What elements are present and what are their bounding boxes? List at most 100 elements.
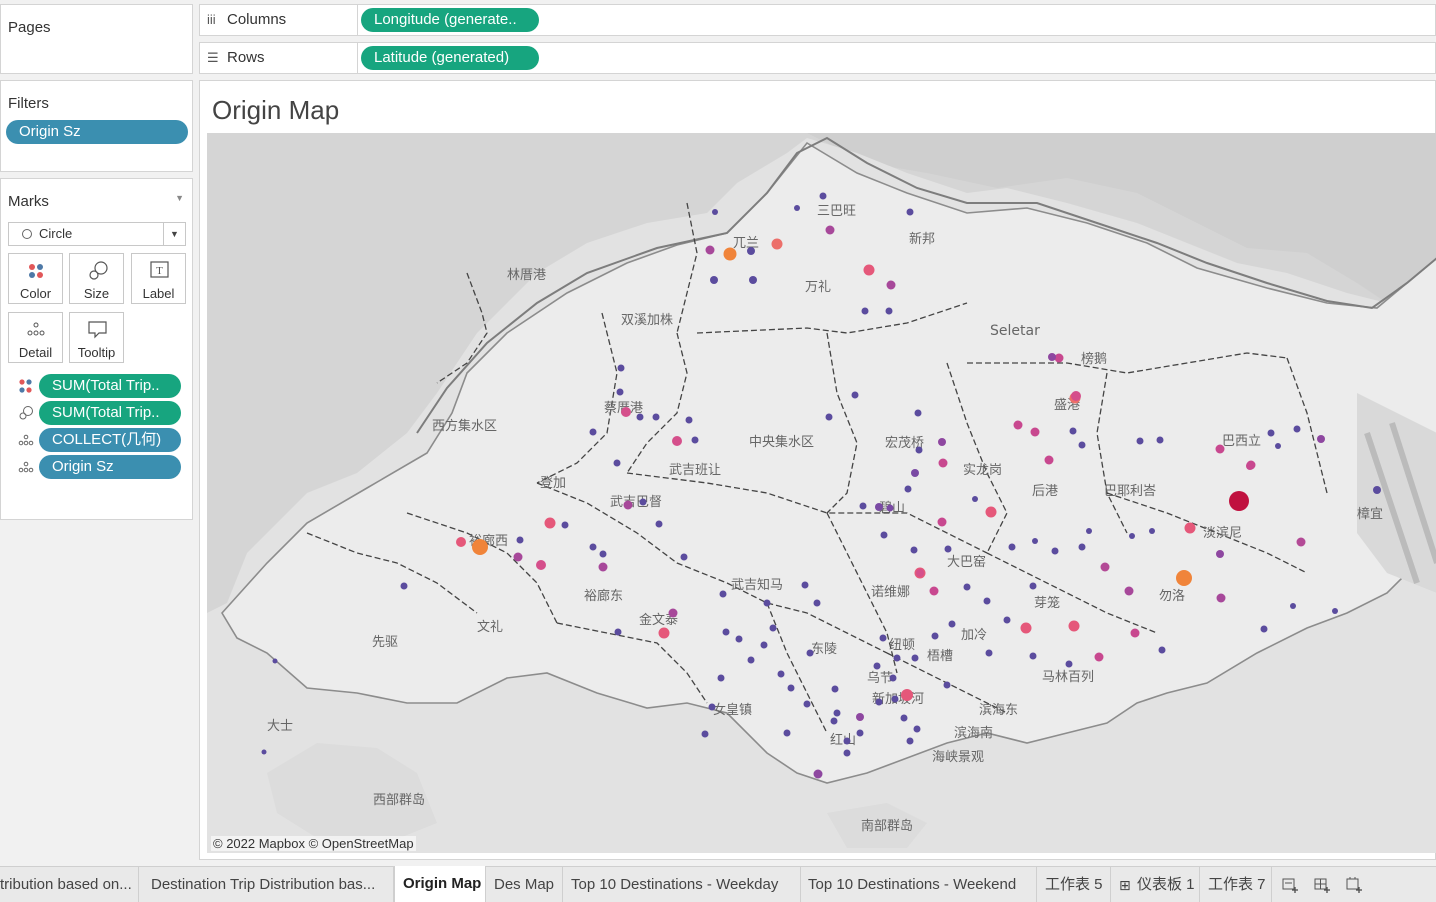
- map-mark[interactable]: [819, 192, 827, 200]
- map-mark[interactable]: [863, 264, 875, 276]
- tooltip-button[interactable]: Tooltip: [69, 312, 124, 363]
- map-mark[interactable]: [710, 276, 718, 284]
- map-mark[interactable]: [913, 725, 921, 733]
- map-mark[interactable]: [893, 654, 901, 662]
- map-mark[interactable]: [599, 550, 607, 558]
- map-mark[interactable]: [400, 582, 408, 590]
- map-mark[interactable]: [1373, 486, 1381, 494]
- map-mark[interactable]: [833, 709, 841, 717]
- mark-type-dropdown[interactable]: Circle ▼: [8, 222, 186, 246]
- map-mark[interactable]: [668, 608, 678, 618]
- map-mark[interactable]: [708, 703, 716, 711]
- map-mark[interactable]: [639, 498, 647, 506]
- map-mark[interactable]: [1032, 538, 1038, 544]
- map-mark[interactable]: [873, 662, 881, 670]
- map-mark[interactable]: [685, 416, 693, 424]
- map-mark[interactable]: [813, 599, 821, 607]
- map-mark[interactable]: [1216, 593, 1226, 603]
- map-mark[interactable]: [771, 238, 783, 250]
- filters-card[interactable]: Filters Origin Sz: [0, 80, 193, 172]
- map-mark[interactable]: [886, 504, 894, 512]
- map-mark[interactable]: [983, 597, 991, 605]
- map-mark[interactable]: [813, 769, 823, 779]
- map-mark[interactable]: [880, 531, 888, 539]
- map-mark[interactable]: [879, 634, 887, 642]
- map-mark[interactable]: [735, 635, 743, 643]
- map-mark[interactable]: [943, 681, 951, 689]
- tab-worksheet-5[interactable]: 工作表 5: [1037, 867, 1111, 902]
- map-mark[interactable]: [658, 627, 670, 639]
- tab-des-map[interactable]: Des Map: [486, 867, 563, 902]
- map-mark[interactable]: [1260, 625, 1268, 633]
- map-mark[interactable]: [916, 569, 924, 577]
- map-mark[interactable]: [1184, 522, 1196, 534]
- tab-top10-weekend[interactable]: Top 10 Destinations - Weekend: [800, 867, 1037, 902]
- map-mark[interactable]: [1008, 543, 1016, 551]
- map-mark[interactable]: [1246, 462, 1254, 470]
- map-mark[interactable]: [1048, 353, 1056, 361]
- map-mark[interactable]: [1029, 652, 1037, 660]
- map-mark[interactable]: [763, 599, 771, 607]
- detail-button[interactable]: Detail: [8, 312, 63, 363]
- map-mark[interactable]: [1130, 628, 1140, 638]
- map-mark[interactable]: [747, 247, 755, 255]
- map-mark[interactable]: [617, 364, 625, 372]
- map-mark[interactable]: [915, 446, 923, 454]
- map-mark[interactable]: [1149, 528, 1155, 534]
- map-mark[interactable]: [938, 458, 948, 468]
- map-mark[interactable]: [1158, 646, 1166, 654]
- map-mark[interactable]: [825, 225, 835, 235]
- map-mark[interactable]: [931, 632, 939, 640]
- map-mark[interactable]: [825, 413, 833, 421]
- map-mark[interactable]: [830, 717, 838, 725]
- map-mark[interactable]: [875, 503, 883, 511]
- rows-shelf[interactable]: ☰ Rows Latitude (generated): [199, 42, 1436, 74]
- rows-pill-latitude[interactable]: Latitude (generated): [361, 46, 539, 70]
- new-dashboard-icon[interactable]: [1312, 875, 1332, 895]
- map-mark[interactable]: [1013, 420, 1023, 430]
- map-mark[interactable]: [636, 413, 644, 421]
- map-mark[interactable]: [680, 553, 688, 561]
- map-mark[interactable]: [1124, 586, 1134, 596]
- map-mark[interactable]: [472, 539, 488, 555]
- new-worksheet-icon[interactable]: [1280, 875, 1300, 895]
- map-mark[interactable]: [856, 729, 864, 737]
- map-canvas[interactable]: 三巴旺 兀兰 新邦 林厝港 万礼 双溪加株 榜鹅 Seletar 盛港 蔡厝港 …: [207, 133, 1436, 853]
- map-mark[interactable]: [456, 537, 466, 547]
- map-mark[interactable]: [985, 506, 997, 518]
- map-mark[interactable]: [1296, 537, 1306, 547]
- map-mark[interactable]: [536, 560, 546, 570]
- map-mark[interactable]: [613, 459, 621, 467]
- map-mark[interactable]: [652, 413, 660, 421]
- chevron-down-icon[interactable]: ▼: [163, 223, 185, 245]
- map-mark[interactable]: [972, 496, 978, 502]
- pages-card[interactable]: Pages: [0, 4, 193, 74]
- size-button[interactable]: Size: [69, 253, 124, 304]
- map-mark[interactable]: [1065, 660, 1073, 668]
- map-mark[interactable]: [1275, 443, 1281, 449]
- map-mark[interactable]: [911, 654, 919, 662]
- map-mark[interactable]: [1078, 441, 1086, 449]
- map-mark[interactable]: [621, 407, 631, 417]
- map-mark[interactable]: [1044, 455, 1054, 465]
- map-mark[interactable]: [1068, 620, 1080, 632]
- tab-top10-weekday[interactable]: Top 10 Destinations - Weekday: [563, 867, 801, 902]
- map-mark[interactable]: [516, 536, 524, 544]
- map-mark[interactable]: [906, 208, 914, 216]
- marks-pill-sum-total-trips-color[interactable]: SUM(Total Trip..: [39, 374, 181, 398]
- map-mark[interactable]: [856, 713, 864, 721]
- map-mark[interactable]: [1094, 652, 1104, 662]
- map-mark[interactable]: [598, 562, 608, 572]
- map-mark[interactable]: [900, 714, 908, 722]
- map-mark[interactable]: [589, 428, 597, 436]
- map-mark[interactable]: [1215, 444, 1225, 454]
- map-mark[interactable]: [1078, 543, 1086, 551]
- map-mark[interactable]: [851, 391, 859, 399]
- map-mark[interactable]: [1003, 616, 1011, 624]
- marks-pill-collect-geometry[interactable]: COLLECT(几何): [39, 428, 181, 452]
- map-mark[interactable]: [717, 674, 725, 682]
- map-mark[interactable]: [859, 502, 867, 510]
- map-mark[interactable]: [561, 521, 569, 529]
- marks-pill-origin-sz[interactable]: Origin Sz: [39, 455, 181, 479]
- map-mark[interactable]: [616, 388, 624, 396]
